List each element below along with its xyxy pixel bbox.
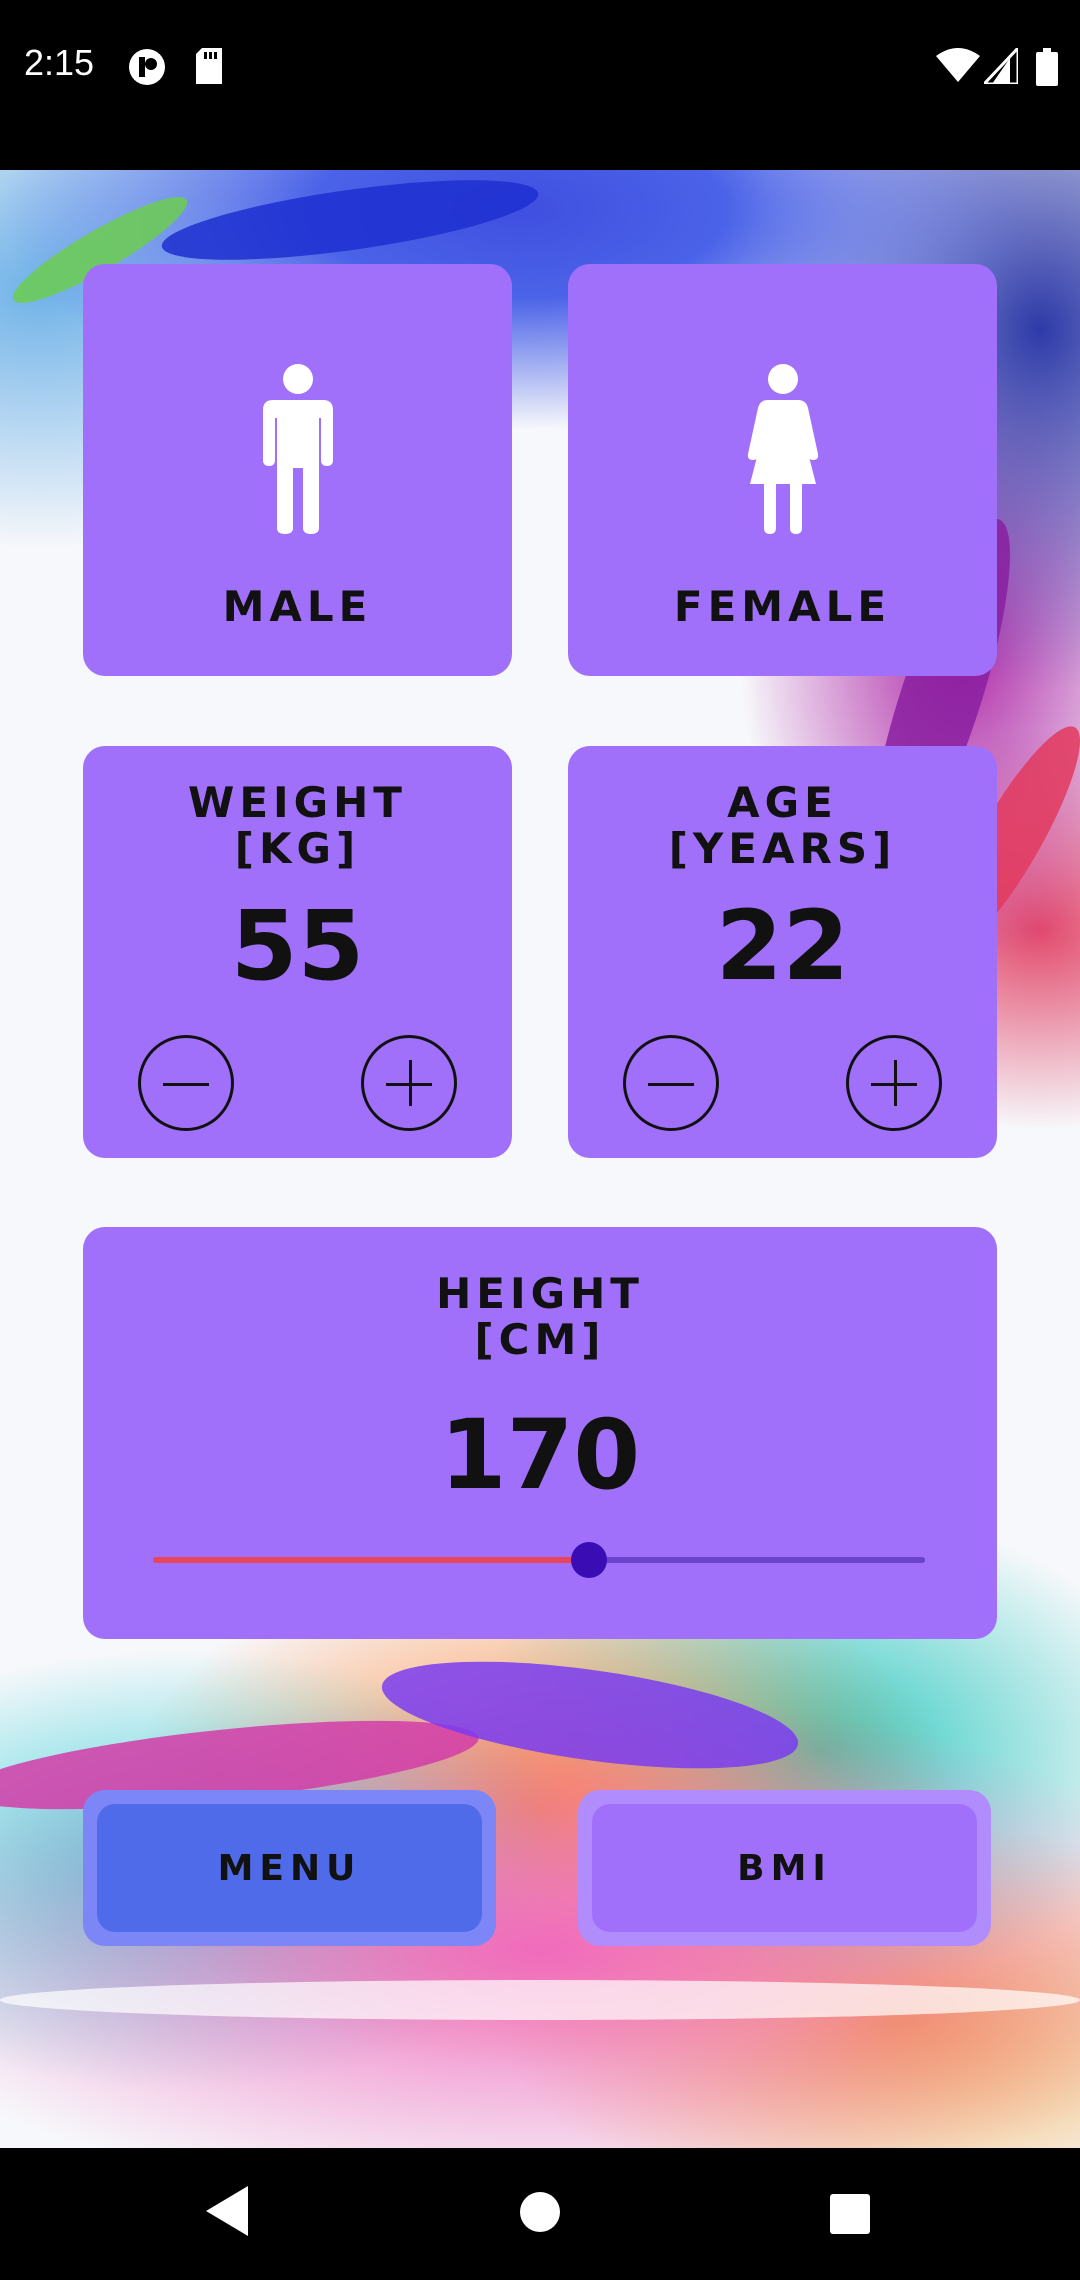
female-label: FEMALE (673, 582, 892, 631)
menu-button[interactable]: MENU (83, 1790, 496, 1946)
weight-increase-button[interactable] (361, 1035, 457, 1131)
female-card[interactable]: FEMALE (568, 264, 997, 676)
status-bar: 2:15 (0, 0, 1080, 170)
height-slider[interactable] (153, 1542, 925, 1578)
paint-streak (375, 1641, 805, 1789)
menu-button-label: MENU (97, 1804, 482, 1932)
sd-card-icon (196, 48, 222, 84)
male-icon (263, 364, 333, 534)
status-time: 2:15 (24, 42, 95, 83)
home-icon[interactable] (518, 2190, 562, 2234)
bmi-button-label: BMI (592, 1804, 977, 1932)
app-background: MALE FEMALE WEIGHT [KG] 55 AGE [YEARS] 2… (0, 170, 1080, 2148)
weight-decrease-button[interactable] (138, 1035, 234, 1131)
age-label: AGE [YEARS] (668, 778, 897, 873)
paint-streak (0, 1980, 1080, 2020)
paint-streak (157, 170, 543, 277)
navigation-bar (0, 2148, 1080, 2280)
female-icon (747, 364, 819, 534)
weight-value: 55 (230, 890, 365, 1002)
weight-label: WEIGHT [KG] (188, 778, 407, 873)
height-slider-thumb[interactable] (571, 1542, 608, 1578)
age-increase-button[interactable] (846, 1035, 942, 1131)
battery-icon (1036, 48, 1058, 86)
height-card: HEIGHT [CM] 170 (83, 1227, 997, 1639)
age-card: AGE [YEARS] 22 (568, 746, 997, 1158)
height-label: HEIGHT [CM] (436, 1269, 644, 1364)
male-card[interactable]: MALE (83, 264, 512, 676)
height-value: 170 (439, 1399, 641, 1511)
male-label: MALE (222, 582, 373, 631)
app-notification-icon (129, 49, 165, 85)
back-icon[interactable] (204, 2184, 250, 2238)
age-value: 22 (715, 890, 850, 1002)
weight-card: WEIGHT [KG] 55 (83, 746, 512, 1158)
recents-icon[interactable] (828, 2192, 872, 2236)
age-decrease-button[interactable] (623, 1035, 719, 1131)
cell-signal-icon (984, 48, 1018, 84)
wifi-icon (936, 48, 980, 82)
bmi-button[interactable]: BMI (578, 1790, 991, 1946)
height-slider-active-track (153, 1557, 590, 1563)
